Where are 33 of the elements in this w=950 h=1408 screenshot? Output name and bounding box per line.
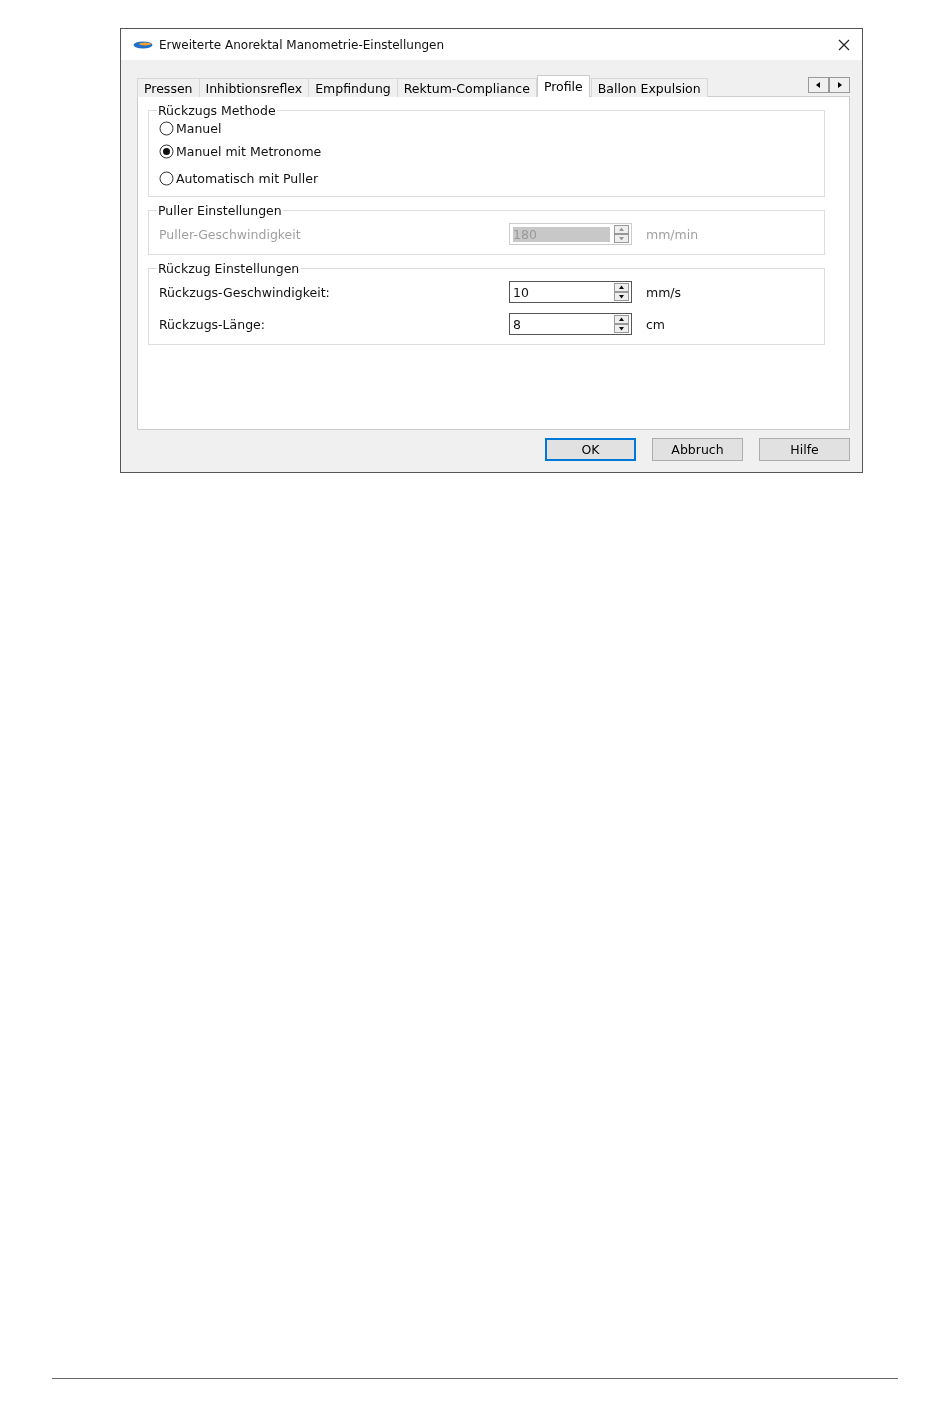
radio-option[interactable]: Automatisch mit Puller (159, 165, 814, 192)
tab[interactable]: Pressen (137, 78, 200, 97)
spin-field[interactable]: 8 (509, 313, 632, 335)
group-title: Rückzug Einstellungen (157, 261, 301, 276)
field-label: Rückzugs-Geschwindigkeit: (159, 284, 331, 300)
unit-label: mm/s (646, 284, 682, 300)
tab[interactable]: Inhibtionsreflex (198, 78, 310, 97)
tab[interactable]: Rektum-Compliance (396, 78, 537, 97)
spin-field[interactable]: 10 (509, 281, 632, 303)
window-title: Erweiterte Anorektal Manometrie-Einstellungen (159, 37, 446, 52)
dialog-button[interactable]: Abbruch (652, 438, 743, 461)
scroll-right-icon[interactable] (829, 77, 850, 93)
field-label: Puller-Geschwindigkeit (159, 226, 302, 242)
radio-option[interactable]: Manuel (159, 118, 814, 138)
spin-arrows-icon[interactable] (614, 283, 629, 301)
field-label: Rückzugs-Länge: (159, 316, 266, 332)
app-logo-icon (133, 40, 153, 49)
radio-button[interactable] (159, 171, 174, 186)
close-icon[interactable] (838, 38, 850, 51)
group-title: Puller Einstellungen (157, 203, 283, 218)
unit-label: cm (646, 316, 666, 332)
dialog-button[interactable]: OK (545, 438, 636, 461)
radio-button[interactable] (159, 120, 174, 136)
tab[interactable]: Profile (536, 75, 590, 97)
dialog-button[interactable]: Hilfe (759, 438, 850, 461)
spin-arrows-icon[interactable] (614, 315, 629, 333)
radio-button[interactable] (159, 144, 174, 159)
group-title: Rückzugs Methode (157, 103, 277, 118)
radio-option[interactable]: Manuel mit Metronome (159, 138, 814, 165)
scroll-left-icon[interactable] (808, 77, 829, 93)
unit-label: mm/min (646, 226, 699, 242)
tab[interactable]: Ballon Expulsion (590, 78, 708, 97)
tab[interactable]: Empfindung (308, 78, 398, 97)
